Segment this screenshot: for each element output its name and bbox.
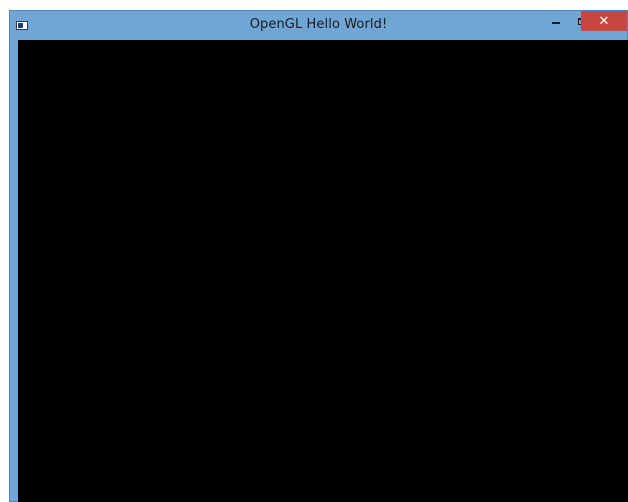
minimize-button[interactable] (543, 11, 569, 31)
app-window: OpenGL Hello World! ✕ (9, 10, 628, 502)
minimize-icon (552, 22, 560, 24)
close-icon: ✕ (598, 13, 610, 29)
title-bar[interactable]: OpenGL Hello World! ✕ (10, 11, 627, 40)
close-button[interactable]: ✕ (581, 11, 627, 31)
opengl-render-area[interactable] (18, 40, 628, 502)
window-title: OpenGL Hello World! (249, 17, 388, 32)
